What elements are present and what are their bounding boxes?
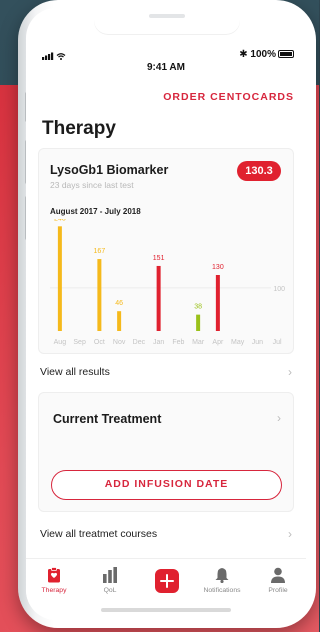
- tab-profile-label: Profile: [268, 587, 288, 594]
- view-all-courses-label: View all treatmet courses: [40, 528, 158, 540]
- x-tick-label: Jun: [252, 339, 263, 346]
- view-all-results-link[interactable]: View all results ›: [40, 365, 294, 380]
- chart-data-label: 243: [54, 219, 66, 222]
- bluetooth-icon: ✱: [239, 49, 248, 60]
- x-tick-label: Feb: [172, 339, 184, 346]
- chart-data-label: 46: [115, 300, 123, 307]
- tab-profile[interactable]: Profile: [250, 567, 306, 594]
- x-tick-label: Jan: [153, 339, 164, 346]
- add-infusion-date-button[interactable]: ADD INFUSION DATE: [51, 470, 282, 500]
- x-tick-label: Mar: [192, 339, 205, 346]
- status-bar: 9:41 AM ✱ 100%: [26, 49, 306, 73]
- x-tick-label: Sep: [73, 339, 86, 346]
- biomarker-subtitle: 23 days since last test: [50, 180, 134, 190]
- x-tick-label: Dec: [133, 339, 146, 346]
- add-plus-button[interactable]: [155, 569, 179, 593]
- chart-bar: [156, 265, 161, 331]
- chart-data-label: 130: [212, 264, 224, 271]
- speaker: [149, 14, 185, 18]
- chart-data-label: 38: [194, 304, 202, 311]
- chart-range-label: August 2017 - July 2018: [50, 207, 141, 216]
- reference-line-label: 100: [273, 286, 285, 293]
- chart-data-label: 151: [153, 255, 165, 262]
- x-tick-label: Aug: [54, 339, 67, 346]
- view-all-results-label: View all results: [40, 366, 110, 378]
- biomarker-title: LysoGb1 Biomarker: [50, 163, 169, 177]
- order-centocards-link[interactable]: ORDER CENTOCARDS: [163, 91, 294, 103]
- chart-bar: [196, 314, 201, 331]
- x-tick-label: Nov: [113, 339, 126, 346]
- chart-bar: [215, 275, 220, 331]
- home-indicator: [101, 608, 231, 612]
- chevron-right-icon: ›: [288, 527, 292, 541]
- tab-qol-label: QoL: [103, 587, 117, 594]
- tab-qol[interactable]: QoL: [82, 567, 138, 594]
- tab-therapy-label: Therapy: [41, 587, 67, 594]
- biomarker-card[interactable]: LysoGb1 Biomarker 23 days since last tes…: [38, 148, 294, 354]
- chart-bar: [97, 259, 102, 331]
- tab-notifications-label: Notifications: [203, 587, 241, 594]
- chart-bar: [117, 311, 122, 331]
- chart-bar: [57, 226, 62, 331]
- clipboard-icon: [48, 567, 60, 583]
- x-tick-label: Jul: [273, 339, 282, 346]
- x-tick-label: May: [231, 339, 245, 346]
- battery-indicator: ✱ 100%: [239, 49, 294, 60]
- tab-therapy[interactable]: Therapy: [26, 567, 82, 594]
- battery-icon: [278, 50, 294, 58]
- current-treatment-card: Current Treatment › ADD INFUSION DATE: [38, 392, 294, 512]
- chevron-right-icon[interactable]: ›: [277, 411, 281, 425]
- app-screen: 9:41 AM ✱ 100% ORDER CENTOCARDS Therapy …: [26, 8, 306, 620]
- tab-notifications[interactable]: Notifications: [194, 567, 250, 594]
- person-icon: [271, 567, 285, 583]
- biomarker-value-badge: 130.3: [237, 161, 281, 181]
- bar-chart-icon: [103, 567, 117, 583]
- notch: [94, 8, 240, 34]
- chevron-right-icon: ›: [288, 365, 292, 379]
- biomarker-chart: 100 243 Aug Sep 167 Oct 46 Nov Dec 151 Jan Feb 38 Mar…: [50, 219, 285, 346]
- x-tick-label: Apr: [212, 339, 224, 346]
- chart-data-label: 167: [94, 248, 106, 255]
- x-tick-label: Oct: [94, 339, 105, 346]
- page-title: Therapy: [42, 118, 116, 139]
- status-time: 9:41 AM: [147, 62, 185, 73]
- view-all-courses-link[interactable]: View all treatmet courses ›: [40, 527, 294, 542]
- bell-icon: [215, 568, 229, 583]
- battery-percent: 100%: [250, 49, 276, 60]
- current-treatment-title[interactable]: Current Treatment: [53, 412, 161, 426]
